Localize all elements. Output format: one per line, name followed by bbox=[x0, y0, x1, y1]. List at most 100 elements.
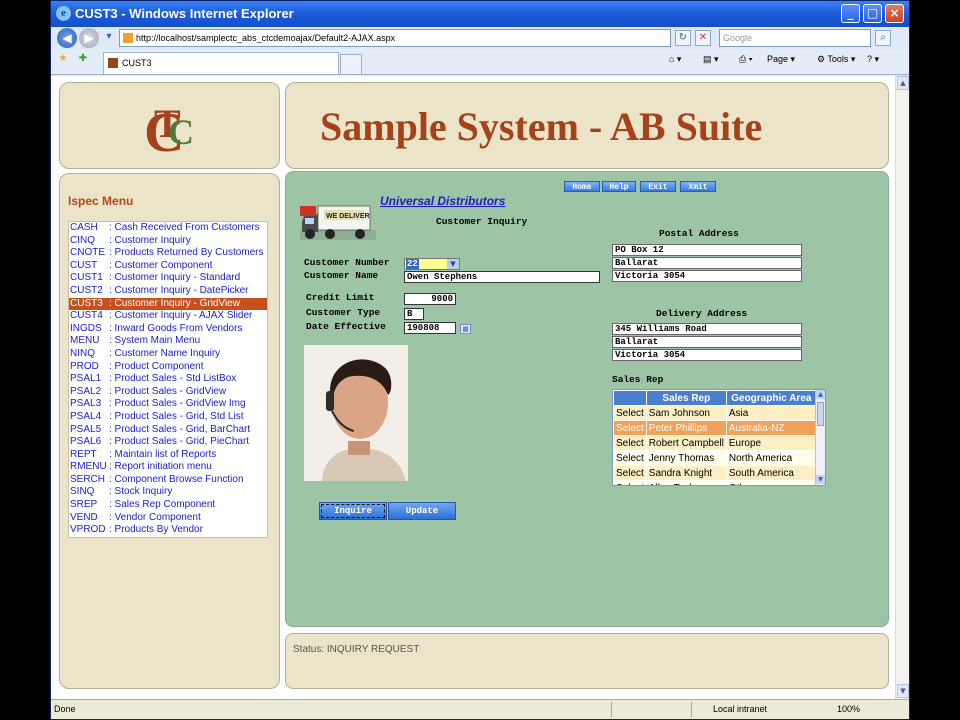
page-scrollbar[interactable]: ▲ ▼ bbox=[895, 76, 909, 699]
help-icon[interactable]: ? ▾ bbox=[867, 54, 879, 65]
scroll-up-icon[interactable]: ▲ bbox=[816, 390, 825, 399]
grid-select-link[interactable]: Select bbox=[613, 465, 647, 481]
calendar-icon[interactable]: ▦ bbox=[460, 324, 471, 334]
menu-item-vprod[interactable]: VPROD: Products By Vendor bbox=[69, 524, 267, 537]
tools-menu[interactable]: ⚙ Tools ▾ bbox=[817, 54, 855, 65]
page-scroll-up-icon[interactable]: ▲ bbox=[897, 76, 909, 90]
menu-item-ninq[interactable]: NINQ: Customer Name Inquiry bbox=[69, 348, 267, 361]
customer-type-label: Customer Type bbox=[306, 307, 381, 318]
menu-item-cust3[interactable]: CUST3: Customer Inquiry - GridView bbox=[69, 297, 267, 311]
sales-rep-grid: Sales Rep Geographic Area Select Sam John… bbox=[612, 389, 826, 486]
add-favorites-icon[interactable]: ✚ bbox=[75, 52, 91, 68]
chevron-down-icon[interactable]: ▼ bbox=[447, 259, 459, 269]
postal-address-line1[interactable]: PO Box 12 bbox=[612, 244, 802, 256]
grid-select-link[interactable]: Select bbox=[613, 450, 647, 466]
menu-item-rept[interactable]: REPT: Maintain list of Reports bbox=[69, 449, 267, 462]
date-effective-label: Date Effective bbox=[306, 321, 386, 332]
inquire-button[interactable]: Inquire bbox=[319, 502, 387, 520]
favorites-star-icon[interactable]: ★ bbox=[55, 52, 71, 68]
customer-type-field[interactable]: B bbox=[404, 308, 424, 320]
grid-select-link[interactable]: Select bbox=[613, 480, 647, 485]
grid-header-area[interactable]: Geographic Area bbox=[725, 390, 817, 406]
menu-item-cust1[interactable]: CUST1: Customer Inquiry - Standard bbox=[69, 272, 267, 285]
delivery-address-line1[interactable]: 345 Williams Road bbox=[612, 323, 802, 335]
print-icon[interactable]: ⎙ ▾ bbox=[739, 54, 752, 65]
grid-select-link[interactable]: Select bbox=[613, 405, 647, 421]
table-row[interactable]: Select Sam Johnson Asia bbox=[613, 405, 817, 421]
menu-item-psal3[interactable]: PSAL3: Product Sales - GridView Img bbox=[69, 398, 267, 411]
menu-item-psal2[interactable]: PSAL2: Product Sales - GridView bbox=[69, 386, 267, 399]
delivery-address-line3[interactable]: Victoria 3054 bbox=[612, 349, 802, 361]
customer-number-select[interactable]: 22 ▼ bbox=[404, 258, 460, 270]
forward-button[interactable]: ▶ bbox=[79, 28, 99, 48]
menu-item-menu[interactable]: MENU: System Main Menu bbox=[69, 335, 267, 348]
feeds-icon[interactable]: ▤ ▾ bbox=[703, 54, 719, 65]
nav-exit-button[interactable]: Exit bbox=[640, 181, 676, 192]
address-field[interactable]: http://localhost/samplectc_abs_ctcdemoaj… bbox=[119, 29, 671, 47]
company-link[interactable]: Universal Distributors bbox=[380, 194, 505, 208]
menu-item-rmenu[interactable]: RMENU: Report initiation menu bbox=[69, 461, 267, 474]
menu-item-code: SERCH bbox=[70, 473, 106, 485]
grid-rep-area: Australia-NZ bbox=[725, 420, 817, 436]
grid-scrollbar[interactable]: ▲ ▼ bbox=[815, 390, 825, 485]
scroll-down-icon[interactable]: ▼ bbox=[816, 475, 825, 484]
grid-rep-name: Allen Taylor bbox=[645, 480, 727, 485]
table-row[interactable]: Select Robert Campbell Europe bbox=[613, 435, 817, 451]
postal-address-title: Postal Address bbox=[659, 228, 739, 239]
menu-item-cnote[interactable]: CNOTE: Products Returned By Customers bbox=[69, 247, 267, 260]
zoom-level[interactable]: 100% bbox=[837, 704, 860, 714]
status-text: Status: INQUIRY REQUEST bbox=[293, 644, 420, 655]
menu-item-cust4[interactable]: CUST4: Customer Inquiry - AJAX Slider bbox=[69, 310, 267, 323]
menu-item-psal6[interactable]: PSAL6: Product Sales - Grid, PieChart bbox=[69, 436, 267, 449]
home-toolbar-icon[interactable]: ⌂ ▾ bbox=[669, 54, 681, 65]
credit-limit-field[interactable]: 9000 bbox=[404, 293, 456, 305]
close-button[interactable]: × bbox=[885, 4, 904, 23]
menu-item-prod[interactable]: PROD: Product Component bbox=[69, 361, 267, 374]
menu-item-cinq[interactable]: CINQ: Customer Inquiry bbox=[69, 235, 267, 248]
menu-item-ingds[interactable]: INGDS: Inward Goods From Vendors bbox=[69, 323, 267, 336]
customer-name-field[interactable]: Owen Stephens bbox=[404, 271, 600, 283]
nav-xmit-button[interactable]: Xmit bbox=[680, 181, 716, 192]
menu-item-cust2[interactable]: CUST2: Customer Inquiry - DatePicker bbox=[69, 285, 267, 298]
menu-item-vend[interactable]: VEND: Vendor Component bbox=[69, 512, 267, 525]
menu-item-psal4[interactable]: PSAL4: Product Sales - Grid, Std List bbox=[69, 411, 267, 424]
table-row[interactable]: Select Peter Phillips Australia-NZ bbox=[613, 420, 817, 436]
table-row[interactable]: Select Jenny Thomas North America bbox=[613, 450, 817, 466]
grid-select-link[interactable]: Select bbox=[613, 435, 647, 451]
menu-item-sinq[interactable]: SINQ: Stock Inquiry bbox=[69, 486, 267, 499]
menu-item-cash[interactable]: CASH: Cash Received From Customers bbox=[69, 222, 267, 235]
grid-header-sales-rep[interactable]: Sales Rep bbox=[645, 390, 727, 406]
recent-pages-icon[interactable]: ▾ bbox=[101, 30, 117, 46]
table-row[interactable]: Select Sandra Knight South America bbox=[613, 465, 817, 481]
refresh-icon[interactable]: ↻ bbox=[675, 30, 691, 46]
postal-address-line3[interactable]: Victoria 3054 bbox=[612, 270, 802, 282]
menu-item-psal5[interactable]: PSAL5: Product Sales - Grid, BarChart bbox=[69, 424, 267, 437]
maximize-button[interactable]: □ bbox=[863, 4, 882, 23]
search-input[interactable]: Google bbox=[719, 29, 871, 47]
page-menu[interactable]: Page ▾ bbox=[767, 54, 795, 65]
search-go-icon[interactable]: ⌕ bbox=[875, 30, 891, 46]
nav-home-button[interactable]: Home bbox=[564, 181, 600, 192]
menu-item-srep[interactable]: SREP: Sales Rep Component bbox=[69, 499, 267, 512]
menu-item-cust[interactable]: CUST: Customer Component bbox=[69, 260, 267, 273]
ctc-logo-c2: C bbox=[168, 112, 194, 152]
grid-select-link[interactable]: Select bbox=[613, 420, 647, 436]
tab-cust3[interactable]: CUST3 bbox=[103, 52, 339, 74]
postal-address-line2[interactable]: Ballarat bbox=[612, 257, 802, 269]
stop-icon[interactable]: ✕ bbox=[695, 30, 711, 46]
menu-item-psal1[interactable]: PSAL1: Product Sales - Std ListBox bbox=[69, 373, 267, 386]
delivery-address-line2[interactable]: Ballarat bbox=[612, 336, 802, 348]
menu-item-serch[interactable]: SERCH: Component Browse Function bbox=[69, 474, 267, 487]
grid-scroll-thumb[interactable] bbox=[817, 402, 824, 426]
truck-sign: WE DELIVER bbox=[326, 213, 370, 220]
new-tab-button[interactable] bbox=[340, 54, 362, 74]
grid-rep-area: South America bbox=[725, 465, 817, 481]
update-button[interactable]: Update bbox=[388, 502, 456, 520]
back-button[interactable]: ◀ bbox=[57, 28, 77, 48]
date-effective-field[interactable]: 190808 bbox=[404, 322, 456, 334]
nav-help-button[interactable]: Help bbox=[602, 181, 636, 192]
ispec-menu-list: CASH: Cash Received From Customers CINQ: … bbox=[68, 221, 268, 538]
page-scroll-down-icon[interactable]: ▼ bbox=[897, 684, 909, 698]
table-row[interactable]: SelectAllen TaylorOther bbox=[613, 480, 817, 485]
minimize-button[interactable]: _ bbox=[841, 4, 860, 23]
